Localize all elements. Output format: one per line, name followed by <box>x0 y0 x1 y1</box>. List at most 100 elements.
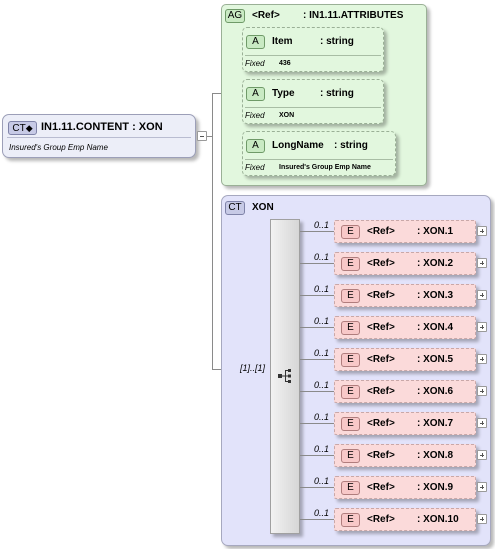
collapse-toggle[interactable] <box>197 131 207 141</box>
expand-toggle[interactable] <box>477 290 487 300</box>
element-badge: E <box>341 449 360 463</box>
element-connector <box>300 423 334 424</box>
divider <box>245 159 393 160</box>
occurrence-label: 0..1 <box>314 348 330 358</box>
root-description: Insured's Group Emp Name <box>9 143 108 152</box>
element-badge: E <box>341 513 360 527</box>
element-connector <box>300 231 334 232</box>
element-xon-4[interactable]: E <Ref> : XON.4 <box>334 316 476 339</box>
expand-toggle[interactable] <box>477 354 487 364</box>
element-name: : XON.7 <box>417 418 454 429</box>
element-connector <box>300 487 334 488</box>
trunk-connector-line <box>212 93 213 370</box>
fixed-value: XON <box>279 112 295 119</box>
multiplicity-label: [1]..[1] <box>240 363 266 373</box>
element-name: : XON.9 <box>417 482 454 493</box>
root-element-box[interactable]: CT◆ IN1.11.CONTENT : XON Insured's Group… <box>2 114 196 158</box>
element-xon-7[interactable]: E <Ref> : XON.7 <box>334 412 476 435</box>
occurrence-label: 0..1 <box>314 316 330 326</box>
fixed-label: Fixed <box>245 163 265 172</box>
element-name: : XON.4 <box>417 322 454 333</box>
element-name: : XON.6 <box>417 386 454 397</box>
expand-toggle[interactable] <box>477 482 487 492</box>
element-ref: <Ref> <box>367 514 395 525</box>
occurrence-label: 0..1 <box>314 220 330 230</box>
attribute-item[interactable]: A Item : string Fixed 436 <box>242 27 384 72</box>
occurrence-label: 0..1 <box>314 444 330 454</box>
element-badge: E <box>341 289 360 303</box>
element-xon-2[interactable]: E <Ref> : XON.2 <box>334 252 476 275</box>
sequence-icon <box>278 369 291 383</box>
fixed-value: 436 <box>279 60 291 67</box>
complex-type-badge: CT <box>225 201 245 215</box>
element-xon-10[interactable]: E <Ref> : XON.10 <box>334 508 476 531</box>
sequence-compositor[interactable] <box>270 219 300 534</box>
occurrence-label: 0..1 <box>314 252 330 262</box>
element-xon-1[interactable]: E <Ref> : XON.1 <box>334 220 476 243</box>
element-connector <box>300 359 334 360</box>
expand-toggle[interactable] <box>477 418 487 428</box>
attribute-badge: A <box>246 35 265 49</box>
element-badge: E <box>341 481 360 495</box>
expand-toggle[interactable] <box>477 450 487 460</box>
attribute-type-label: : string <box>320 88 354 99</box>
expand-toggle[interactable] <box>477 322 487 332</box>
expand-toggle[interactable] <box>477 226 487 236</box>
attribute-name: LongName <box>272 140 324 151</box>
attribute-badge: A <box>246 139 265 153</box>
attribute-type[interactable]: A Type : string Fixed XON <box>242 79 384 124</box>
element-ref: <Ref> <box>367 450 395 461</box>
element-ref: <Ref> <box>367 418 395 429</box>
expand-toggle[interactable] <box>477 514 487 524</box>
element-xon-5[interactable]: E <Ref> : XON.5 <box>334 348 476 371</box>
fixed-label: Fixed <box>245 59 265 68</box>
element-name: : XON.1 <box>417 226 454 237</box>
element-xon-8[interactable]: E <Ref> : XON.8 <box>334 444 476 467</box>
attribute-name: Type <box>272 88 295 99</box>
element-xon-3[interactable]: E <Ref> : XON.3 <box>334 284 476 307</box>
attribute-badge: A <box>246 87 265 101</box>
element-badge: E <box>341 385 360 399</box>
element-ref: <Ref> <box>367 322 395 333</box>
divider <box>7 137 191 138</box>
attribute-type: : string <box>320 36 354 47</box>
attribute-group-badge: AG <box>225 9 245 23</box>
attribute-group-ref: <Ref> <box>252 10 280 21</box>
element-ref: <Ref> <box>367 258 395 269</box>
complex-type-name: XON <box>252 202 274 213</box>
occurrence-label: 0..1 <box>314 380 330 390</box>
fixed-label: Fixed <box>245 111 265 120</box>
element-name: : XON.5 <box>417 354 454 365</box>
root-badge-label: CT <box>12 123 26 134</box>
element-connector <box>300 455 334 456</box>
element-badge: E <box>341 417 360 431</box>
attribute-group-box[interactable]: AG <Ref> : IN1.11.ATTRIBUTES A Item : st… <box>221 4 427 186</box>
element-connector <box>300 263 334 264</box>
element-ref: <Ref> <box>367 290 395 301</box>
complex-type-badge: CT◆ <box>8 121 37 135</box>
element-badge: E <box>341 257 360 271</box>
element-ref: <Ref> <box>367 386 395 397</box>
element-name: : XON.10 <box>417 514 459 525</box>
occurrence-label: 0..1 <box>314 508 330 518</box>
element-connector <box>300 327 334 328</box>
attribute-longname[interactable]: A LongName : string Fixed Insured's Grou… <box>242 131 396 176</box>
element-connector <box>300 519 334 520</box>
element-name: : XON.3 <box>417 290 454 301</box>
occurrence-label: 0..1 <box>314 476 330 486</box>
expand-toggle[interactable] <box>477 258 487 268</box>
attribute-type-label: : string <box>334 140 368 151</box>
attribute-name: Item <box>272 36 293 47</box>
element-xon-9[interactable]: E <Ref> : XON.9 <box>334 476 476 499</box>
element-badge: E <box>341 321 360 335</box>
expand-toggle[interactable] <box>477 386 487 396</box>
element-connector <box>300 391 334 392</box>
element-ref: <Ref> <box>367 226 395 237</box>
root-title: IN1.11.CONTENT : XON <box>41 121 163 133</box>
element-ref: <Ref> <box>367 354 395 365</box>
element-name: : XON.2 <box>417 258 454 269</box>
element-ref: <Ref> <box>367 482 395 493</box>
element-xon-6[interactable]: E <Ref> : XON.6 <box>334 380 476 403</box>
divider <box>245 107 381 108</box>
occurrence-label: 0..1 <box>314 412 330 422</box>
